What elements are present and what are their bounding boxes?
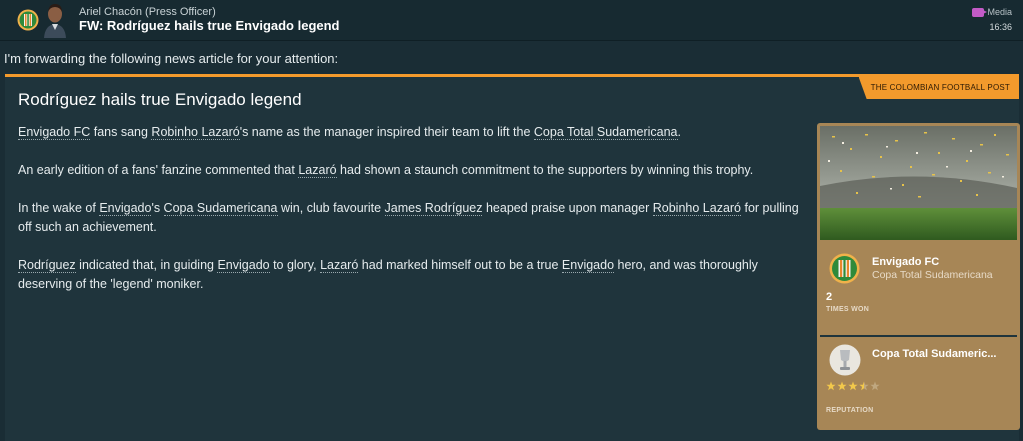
- article-accent-bar: [5, 74, 1019, 77]
- article-link[interactable]: Envigado: [217, 258, 270, 273]
- article-text: In the wake of: [18, 201, 100, 215]
- sender-avatar[interactable]: [42, 2, 68, 38]
- star-icon: [859, 381, 869, 391]
- article-link[interactable]: Copa Sudamericana: [163, 201, 278, 216]
- media-tag-icon: [972, 7, 988, 17]
- competition-name-link[interactable]: Copa Total Sudameric...: [872, 348, 1012, 360]
- article-paragraph: Envigado FC fans sang Robinho Lazaró's n…: [18, 123, 808, 142]
- news-article: THE COLOMBIAN FOOTBALL POST Rodríguez ha…: [5, 74, 1020, 441]
- media-tag: Media: [972, 7, 1012, 17]
- article-body: Envigado FC fans sang Robinho Lazaró's n…: [18, 123, 808, 313]
- article-link[interactable]: Envigado: [99, 201, 152, 216]
- forward-note: I'm forwarding the following news articl…: [4, 51, 339, 66]
- reputation-label: REPUTATION: [826, 407, 874, 414]
- article-link[interactable]: Copa Total Sudamericana: [533, 125, 678, 140]
- article-paragraph: An early edition of a fans' fanzine comm…: [18, 161, 808, 180]
- media-tag-label: Media: [987, 7, 1012, 17]
- message-header: Ariel Chacón (Press Officer) FW: Rodrígu…: [0, 0, 1023, 41]
- article-text: indicated that, in guiding: [75, 258, 218, 272]
- article-link[interactable]: Robinho Lazaró: [652, 201, 742, 216]
- article-text: had marked himself out to be a true: [358, 258, 562, 272]
- article-link[interactable]: Lazaró: [320, 258, 359, 273]
- stadium-celebration-photo: [820, 126, 1017, 240]
- article-link[interactable]: Lazaró: [298, 163, 337, 178]
- article-text: heaped praise upon manager: [482, 201, 653, 215]
- envigado-badge-icon[interactable]: [17, 9, 39, 31]
- panel-divider: [820, 335, 1017, 337]
- star-icon: [848, 381, 858, 391]
- message-time: 16:36: [989, 22, 1012, 32]
- article-link[interactable]: Robinho Lazaró: [151, 125, 240, 140]
- article-paragraph: Rodríguez indicated that, in guiding Env…: [18, 256, 808, 294]
- article-paragraph: In the wake of Envigado's Copa Sudameric…: [18, 199, 808, 237]
- trophy-icon[interactable]: [829, 344, 861, 376]
- publisher-tab: THE COLOMBIAN FOOTBALL POST: [858, 77, 1019, 99]
- article-link[interactable]: James Rodríguez: [384, 201, 483, 216]
- club-name-link[interactable]: Envigado FC: [872, 256, 939, 268]
- times-won-value: 2: [826, 291, 833, 303]
- article-link[interactable]: Envigado: [561, 258, 615, 273]
- club-competition: Copa Total Sudamericana: [872, 269, 993, 281]
- article-text: to glory,: [269, 258, 321, 272]
- times-won-label: TIMES WON: [826, 306, 870, 313]
- article-text: 's: [151, 201, 164, 215]
- article-text: had shown a staunch commitment to the su…: [336, 163, 754, 177]
- article-text: win, club favourite: [277, 201, 385, 215]
- star-icon: [870, 381, 880, 391]
- article-link[interactable]: Rodríguez: [18, 258, 76, 273]
- article-title: Rodríguez hails true Envigado legend: [18, 90, 302, 109]
- side-panel: Envigado FC Copa Total Sudamericana 2 TI…: [817, 123, 1020, 430]
- article-text: .: [677, 125, 681, 139]
- article-text: fans sang: [90, 125, 152, 139]
- envigado-badge-icon[interactable]: [829, 253, 860, 284]
- article-text: An early edition of a fans' fanzine comm…: [18, 163, 299, 177]
- star-icon: [826, 381, 836, 391]
- reputation-stars: [826, 381, 880, 391]
- star-icon: [837, 381, 847, 391]
- article-link[interactable]: Envigado FC: [18, 125, 91, 140]
- article-text: 's name as the manager inspired their te…: [239, 125, 534, 139]
- sender-name[interactable]: Ariel Chacón (Press Officer): [79, 6, 216, 18]
- message-subject: FW: Rodríguez hails true Envigado legend: [79, 18, 340, 33]
